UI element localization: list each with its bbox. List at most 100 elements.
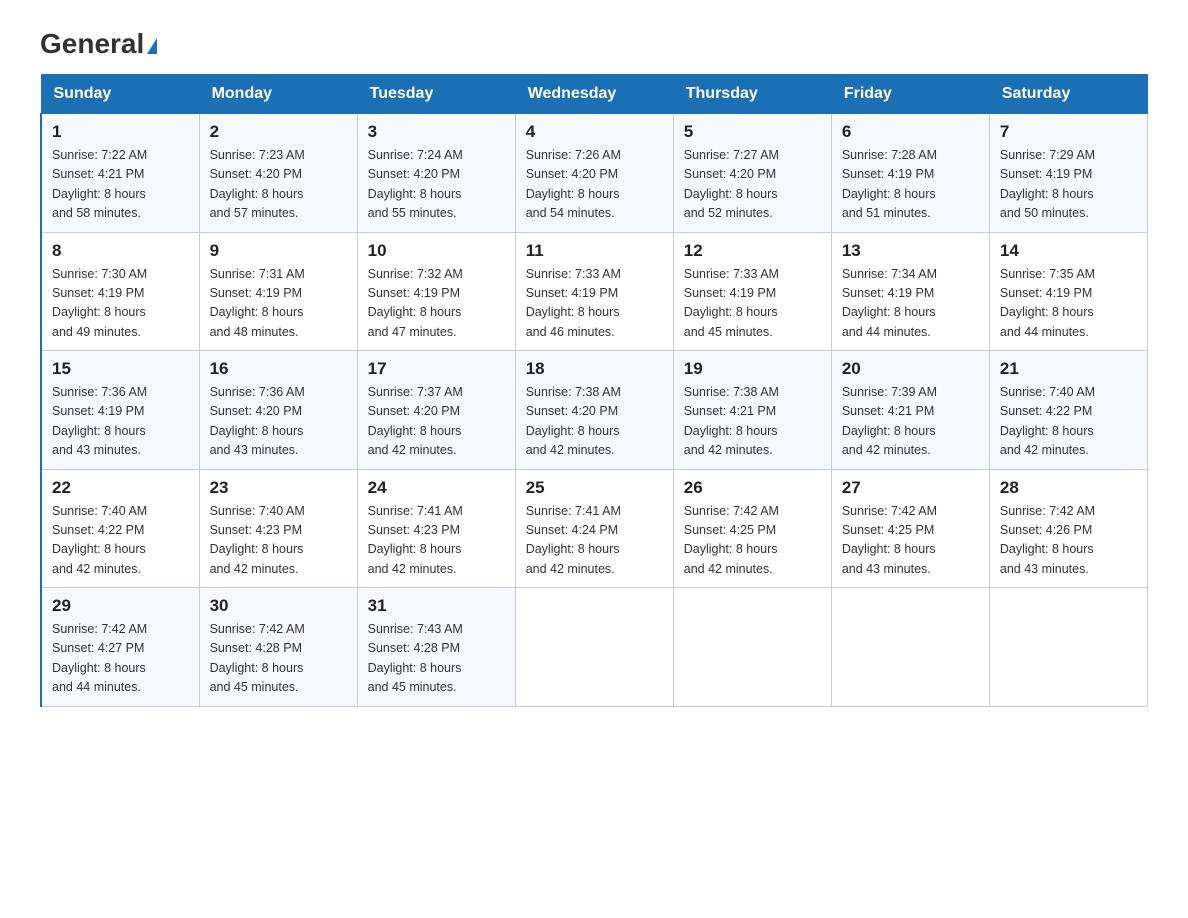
calendar-week-row: 1 Sunrise: 7:22 AMSunset: 4:21 PMDaylight… (41, 114, 1148, 233)
day-number: 2 (210, 122, 347, 142)
day-number: 15 (52, 359, 189, 379)
calendar-cell: 5Sunrise: 7:27 AMSunset: 4:20 PMDaylight… (673, 114, 831, 233)
day-info: Sunrise: 7:29 AMSunset: 4:19 PMDaylight:… (1000, 146, 1137, 224)
calendar-cell: 13Sunrise: 7:34 AMSunset: 4:19 PMDayligh… (831, 232, 989, 351)
day-number: 30 (210, 596, 347, 616)
day-number: 11 (526, 241, 663, 261)
calendar-cell: 10 Sunrise: 7:32 AMSunset: 4:19 PMDayligh… (357, 232, 515, 351)
day-info: Sunrise: 7:42 AMSunset: 4:26 PMDaylight:… (1000, 502, 1137, 580)
day-info: Sunrise: 7:42 AMSunset: 4:27 PMDaylight:… (52, 620, 189, 698)
day-of-week-header: Friday (831, 75, 989, 114)
day-number: 8 (52, 241, 189, 261)
day-of-week-header: Sunday (41, 75, 199, 114)
calendar-cell: 25 Sunrise: 7:41 AMSunset: 4:24 PMDayligh… (515, 469, 673, 588)
day-number: 22 (52, 478, 189, 498)
calendar-cell: 9Sunrise: 7:31 AMSunset: 4:19 PMDaylight… (199, 232, 357, 351)
calendar-cell: 3 Sunrise: 7:24 AMSunset: 4:20 PMDaylight… (357, 114, 515, 233)
day-of-week-header: Tuesday (357, 75, 515, 114)
calendar-week-row: 29 Sunrise: 7:42 AMSunset: 4:27 PMDayligh… (41, 588, 1148, 707)
day-info: Sunrise: 7:33 AMSunset: 4:19 PMDaylight:… (684, 265, 821, 343)
calendar-header-row: SundayMondayTuesdayWednesdayThursdayFrid… (41, 75, 1148, 114)
calendar-cell (515, 588, 673, 707)
day-number: 1 (52, 122, 189, 142)
calendar-cell: 15Sunrise: 7:36 AMSunset: 4:19 PMDayligh… (41, 351, 199, 470)
calendar-cell (989, 588, 1147, 707)
page-header: General (40, 30, 1148, 58)
day-number: 25 (526, 478, 663, 498)
calendar-cell (673, 588, 831, 707)
day-info: Sunrise: 7:41 AMSunset: 4:24 PMDaylight:… (526, 502, 663, 580)
day-info: Sunrise: 7:37 AMSunset: 4:20 PMDaylight:… (368, 383, 505, 461)
calendar-cell: 22 Sunrise: 7:40 AMSunset: 4:22 PMDayligh… (41, 469, 199, 588)
calendar-cell: 6 Sunrise: 7:28 AMSunset: 4:19 PMDaylight… (831, 114, 989, 233)
day-info: Sunrise: 7:34 AMSunset: 4:19 PMDaylight:… (842, 265, 979, 343)
day-of-week-header: Saturday (989, 75, 1147, 114)
day-info: Sunrise: 7:39 AMSunset: 4:21 PMDaylight:… (842, 383, 979, 461)
day-info: Sunrise: 7:30 AMSunset: 4:19 PMDaylight:… (52, 265, 189, 343)
day-number: 16 (210, 359, 347, 379)
calendar-cell: 27 Sunrise: 7:42 AMSunset: 4:25 PMDayligh… (831, 469, 989, 588)
day-number: 17 (368, 359, 505, 379)
calendar-cell: 30 Sunrise: 7:42 AMSunset: 4:28 PMDayligh… (199, 588, 357, 707)
calendar-cell: 31Sunrise: 7:43 AMSunset: 4:28 PMDayligh… (357, 588, 515, 707)
day-number: 21 (1000, 359, 1137, 379)
calendar-cell: 21 Sunrise: 7:40 AMSunset: 4:22 PMDayligh… (989, 351, 1147, 470)
calendar-table: SundayMondayTuesdayWednesdayThursdayFrid… (40, 74, 1148, 707)
day-number: 19 (684, 359, 821, 379)
day-of-week-header: Monday (199, 75, 357, 114)
day-number: 3 (368, 122, 505, 142)
day-info: Sunrise: 7:28 AMSunset: 4:19 PMDaylight:… (842, 146, 979, 224)
day-number: 5 (684, 122, 821, 142)
day-number: 10 (368, 241, 505, 261)
day-number: 24 (368, 478, 505, 498)
calendar-cell: 8 Sunrise: 7:30 AMSunset: 4:19 PMDaylight… (41, 232, 199, 351)
calendar-cell: 14 Sunrise: 7:35 AMSunset: 4:19 PMDayligh… (989, 232, 1147, 351)
calendar-cell: 23Sunrise: 7:40 AMSunset: 4:23 PMDayligh… (199, 469, 357, 588)
day-number: 6 (842, 122, 979, 142)
calendar-cell: 11Sunrise: 7:33 AMSunset: 4:19 PMDayligh… (515, 232, 673, 351)
day-number: 18 (526, 359, 663, 379)
calendar-cell: 17 Sunrise: 7:37 AMSunset: 4:20 PMDayligh… (357, 351, 515, 470)
day-number: 20 (842, 359, 979, 379)
logo: General (40, 30, 157, 58)
day-number: 23 (210, 478, 347, 498)
day-info: Sunrise: 7:35 AMSunset: 4:19 PMDaylight:… (1000, 265, 1137, 343)
day-info: Sunrise: 7:42 AMSunset: 4:25 PMDaylight:… (842, 502, 979, 580)
day-of-week-header: Thursday (673, 75, 831, 114)
calendar-week-row: 22 Sunrise: 7:40 AMSunset: 4:22 PMDayligh… (41, 469, 1148, 588)
day-number: 28 (1000, 478, 1137, 498)
day-info: Sunrise: 7:40 AMSunset: 4:22 PMDaylight:… (1000, 383, 1137, 461)
day-info: Sunrise: 7:42 AMSunset: 4:28 PMDaylight:… (210, 620, 347, 698)
day-number: 4 (526, 122, 663, 142)
calendar-cell: 28 Sunrise: 7:42 AMSunset: 4:26 PMDayligh… (989, 469, 1147, 588)
calendar-cell: 18Sunrise: 7:38 AMSunset: 4:20 PMDayligh… (515, 351, 673, 470)
day-info: Sunrise: 7:23 AMSunset: 4:20 PMDaylight:… (210, 146, 347, 224)
calendar-cell: 29 Sunrise: 7:42 AMSunset: 4:27 PMDayligh… (41, 588, 199, 707)
day-number: 14 (1000, 241, 1137, 261)
calendar-cell: 20 Sunrise: 7:39 AMSunset: 4:21 PMDayligh… (831, 351, 989, 470)
calendar-cell: 4 Sunrise: 7:26 AMSunset: 4:20 PMDaylight… (515, 114, 673, 233)
day-number: 12 (684, 241, 821, 261)
calendar-week-row: 8 Sunrise: 7:30 AMSunset: 4:19 PMDaylight… (41, 232, 1148, 351)
day-of-week-header: Wednesday (515, 75, 673, 114)
calendar-cell: 24 Sunrise: 7:41 AMSunset: 4:23 PMDayligh… (357, 469, 515, 588)
day-number: 26 (684, 478, 821, 498)
day-info: Sunrise: 7:22 AMSunset: 4:21 PMDaylight:… (52, 146, 189, 224)
calendar-cell: 12 Sunrise: 7:33 AMSunset: 4:19 PMDayligh… (673, 232, 831, 351)
day-info: Sunrise: 7:26 AMSunset: 4:20 PMDaylight:… (526, 146, 663, 224)
calendar-cell: 26Sunrise: 7:42 AMSunset: 4:25 PMDayligh… (673, 469, 831, 588)
day-info: Sunrise: 7:41 AMSunset: 4:23 PMDaylight:… (368, 502, 505, 580)
day-number: 7 (1000, 122, 1137, 142)
day-info: Sunrise: 7:31 AMSunset: 4:19 PMDaylight:… (210, 265, 347, 343)
logo-general: General (40, 30, 157, 58)
calendar-cell: 16Sunrise: 7:36 AMSunset: 4:20 PMDayligh… (199, 351, 357, 470)
day-info: Sunrise: 7:43 AMSunset: 4:28 PMDaylight:… (368, 620, 505, 698)
calendar-cell: 2 Sunrise: 7:23 AMSunset: 4:20 PMDaylight… (199, 114, 357, 233)
day-number: 27 (842, 478, 979, 498)
day-info: Sunrise: 7:40 AMSunset: 4:22 PMDaylight:… (52, 502, 189, 580)
day-info: Sunrise: 7:32 AMSunset: 4:19 PMDaylight:… (368, 265, 505, 343)
day-number: 29 (52, 596, 189, 616)
day-info: Sunrise: 7:24 AMSunset: 4:20 PMDaylight:… (368, 146, 505, 224)
calendar-cell: 19Sunrise: 7:38 AMSunset: 4:21 PMDayligh… (673, 351, 831, 470)
calendar-week-row: 15Sunrise: 7:36 AMSunset: 4:19 PMDayligh… (41, 351, 1148, 470)
